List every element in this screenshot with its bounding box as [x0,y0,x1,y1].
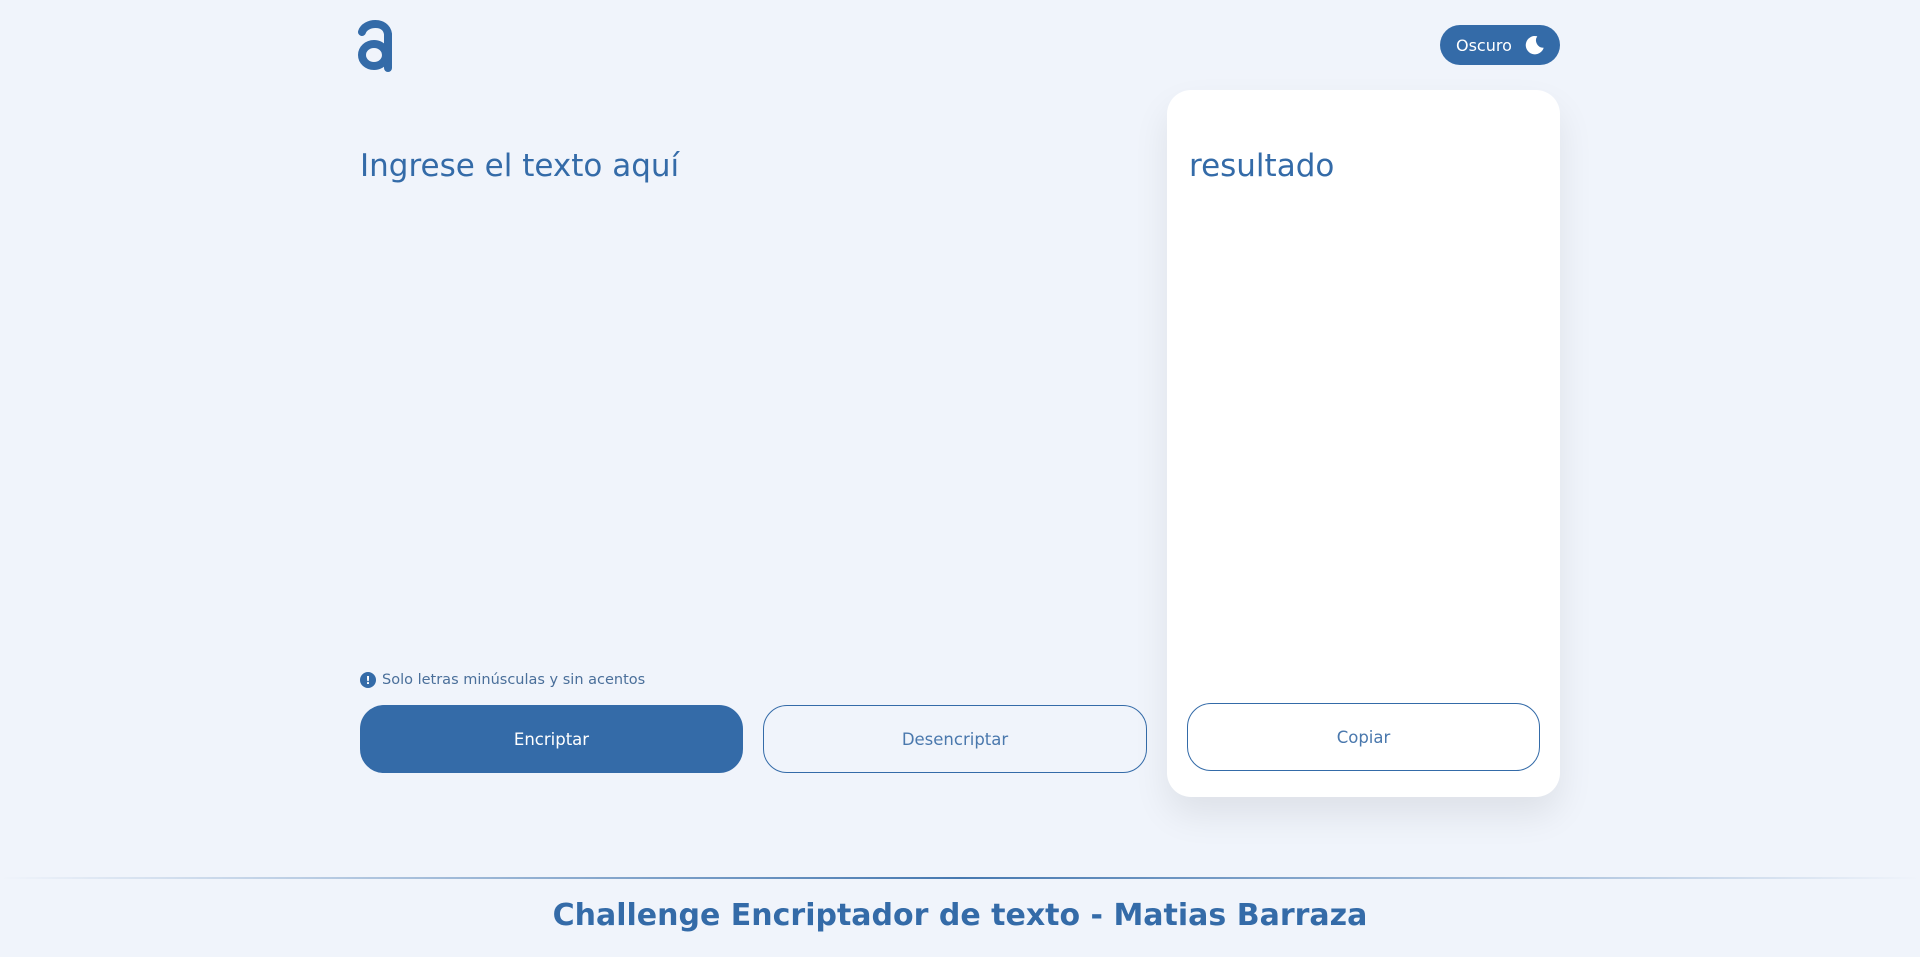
exclamation-circle-icon: ! [360,672,376,688]
text-input[interactable] [360,148,1140,648]
decrypt-button[interactable]: Desencriptar [763,705,1147,773]
footer-divider [0,877,1920,879]
copy-button[interactable]: Copiar [1187,703,1540,771]
moon-icon [1525,35,1544,55]
result-card: resultado Copiar [1167,90,1560,797]
result-text: resultado [1189,148,1335,184]
hint-text: Solo letras minúsculas y sin acentos [382,672,646,688]
theme-toggle-label: Oscuro [1456,35,1512,55]
alura-a-logo-icon[interactable] [356,18,394,72]
page: Oscuro ! Solo letras minúsculas y sin ac… [0,0,1920,957]
encrypt-button[interactable]: Encriptar [360,705,743,773]
input-hint: ! Solo letras minúsculas y sin acentos [360,672,645,688]
footer-title: Challenge Encriptador de texto - Matias … [552,898,1368,933]
theme-toggle-button[interactable]: Oscuro [1440,25,1560,65]
